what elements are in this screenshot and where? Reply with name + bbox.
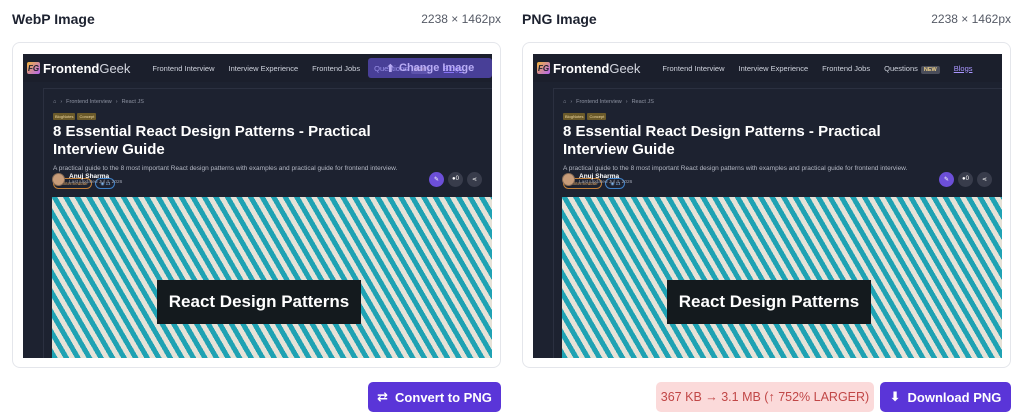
hero-label: React Design Patterns <box>157 280 361 324</box>
site-logo: FrontendGeek <box>553 60 641 76</box>
edit-icon: ✎ <box>429 171 444 187</box>
preview-title: 8 Essential React Design Patterns - Prac… <box>563 123 881 158</box>
preview-nav-links: Frontend Interview Interview Experience … <box>662 63 973 74</box>
webp-panel-header: WebP Image 2238 × 1462px <box>12 0 501 38</box>
download-icon: ⬇ <box>889 389 901 404</box>
swap-arrows-icon: ⇄ <box>377 389 389 404</box>
preview-tags: BlogNotes Concept <box>563 113 607 120</box>
preview-hero-image: React Design Patterns <box>562 197 1002 358</box>
hero-label: React Design Patterns <box>667 280 871 324</box>
download-png-button[interactable]: ⬇ Download PNG <box>880 382 1011 412</box>
site-logo: FrontendGeek <box>43 60 131 76</box>
preview-actions: ✎ ● 0 ⋖ <box>939 171 992 187</box>
edit-icon: ✎ <box>939 171 954 187</box>
preview-site-nav: FG FrontendGeek Frontend Interview Inter… <box>533 54 1002 82</box>
webp-panel: WebP Image 2238 × 1462px FG FrontendGeek… <box>12 0 501 368</box>
home-icon: ⌂ <box>563 99 567 105</box>
webp-preview-image: FG FrontendGeek Frontend Interview Inter… <box>23 54 492 358</box>
preview-author-row: Anuj Sharma Last Updated Jul 4, 2026 ✎ ●… <box>562 170 992 188</box>
home-icon: ⌂ <box>53 99 57 105</box>
preview-tags: BlogNotes Concept <box>53 113 97 120</box>
png-panel: PNG Image 2238 × 1462px FG FrontendGeek … <box>522 0 1011 368</box>
site-logo-icon: FG <box>27 62 40 74</box>
convert-to-png-button[interactable]: ⇄ Convert to PNG <box>368 382 501 412</box>
comment-icon: ● 0 <box>448 171 463 187</box>
share-icon: ⋖ <box>467 171 482 187</box>
change-image-button[interactable]: ⬆ Change Image <box>368 58 492 78</box>
png-panel-title: PNG Image <box>522 11 597 27</box>
comment-icon: ● 0 <box>958 171 973 187</box>
preview-breadcrumb: ⌂ › Frontend Interview › React JS <box>53 99 144 105</box>
size-comparison-badge: 367 KB → 3.1 MB (↑ 752% LARGER) <box>656 382 874 412</box>
webp-panel-title: WebP Image <box>12 11 95 27</box>
webp-image-frame: FG FrontendGeek Frontend Interview Inter… <box>12 42 501 368</box>
png-panel-header: PNG Image 2238 × 1462px <box>522 0 1011 38</box>
avatar <box>562 172 575 186</box>
preview-hero-image: React Design Patterns <box>52 197 492 358</box>
site-logo-icon: FG <box>537 62 550 74</box>
png-image-frame: FG FrontendGeek Frontend Interview Inter… <box>522 42 1011 368</box>
png-dimensions: 2238 × 1462px <box>931 12 1011 26</box>
avatar <box>52 172 65 186</box>
share-icon: ⋖ <box>977 171 992 187</box>
png-preview-image: FG FrontendGeek Frontend Interview Inter… <box>533 54 1002 358</box>
preview-title: 8 Essential React Design Patterns - Prac… <box>53 123 371 158</box>
preview-breadcrumb: ⌂ › Frontend Interview › React JS <box>563 99 654 105</box>
preview-actions: ✎ ● 0 ⋖ <box>429 171 482 187</box>
preview-author-row: Anuj Sharma Last Updated Jul 4, 2026 ✎ ●… <box>52 170 482 188</box>
upload-icon: ⬆ <box>385 62 396 75</box>
webp-dimensions: 2238 × 1462px <box>421 12 501 26</box>
